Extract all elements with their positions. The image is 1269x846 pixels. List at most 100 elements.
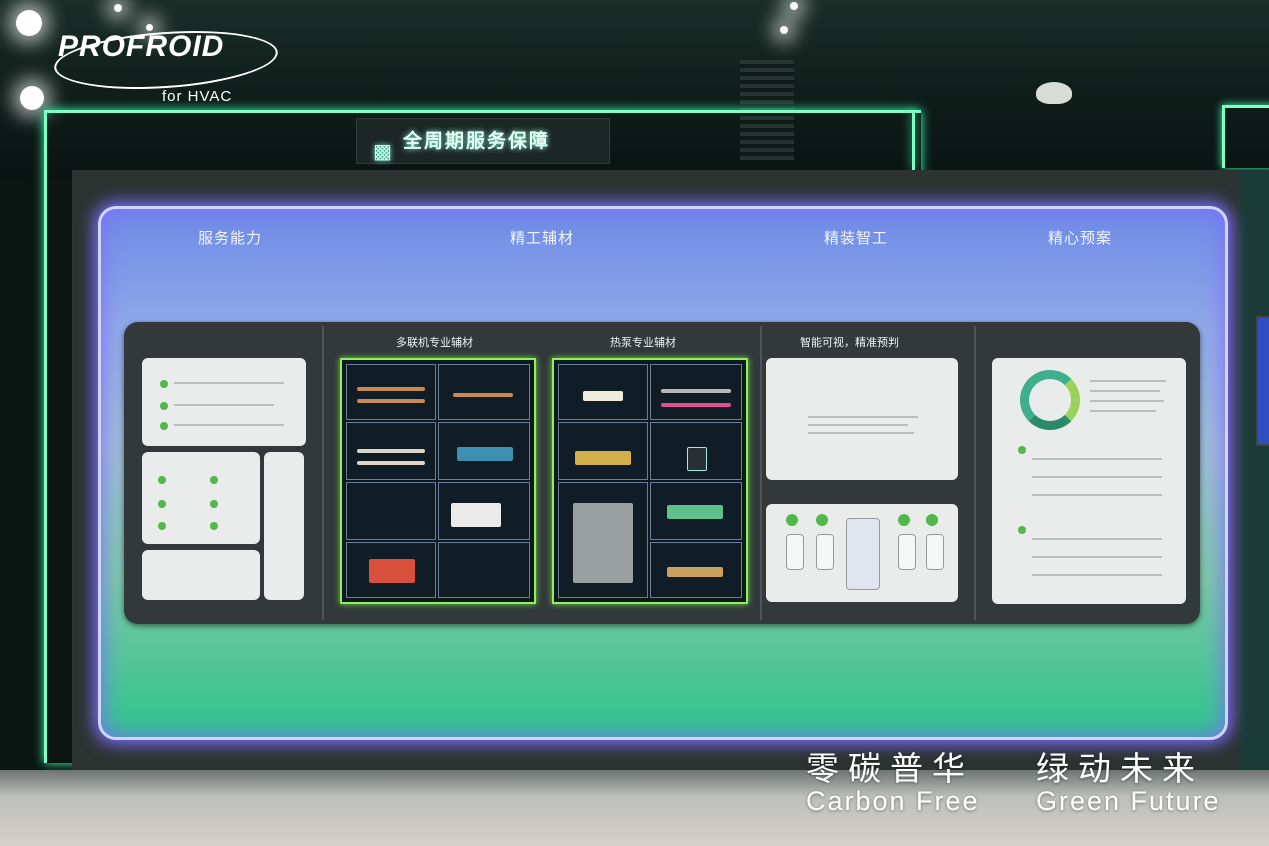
pipe-sample (661, 403, 731, 407)
subheader-smart: 智能可视，精准预判 (800, 336, 899, 349)
material-tile (346, 422, 436, 480)
bullet-dot (898, 514, 910, 526)
insulation-sample (457, 447, 513, 461)
side-screen (1256, 316, 1269, 446)
phone-app-main (846, 518, 880, 590)
hanging-sign: ▩ 全周期服务保障 (356, 118, 610, 164)
material-tile (650, 542, 742, 598)
slogan-en-left: Carbon Free (806, 786, 980, 816)
box-sample (451, 503, 501, 527)
text-line (1090, 410, 1156, 412)
bullet-dot (1018, 446, 1026, 454)
service-card (142, 452, 260, 544)
side-wall (1240, 170, 1269, 770)
flow-line (1032, 476, 1162, 478)
bullet-dot (160, 422, 168, 430)
smart-tools-card (766, 358, 958, 480)
ceiling-light (780, 26, 788, 34)
text-line (808, 432, 914, 434)
phone-screen (898, 534, 916, 570)
material-tile (346, 364, 436, 420)
material-tile (650, 364, 742, 420)
pipe-sample (357, 449, 425, 453)
building-icon: ▩ (373, 139, 394, 163)
material-tile (438, 364, 530, 420)
logo-subtitle: for HVAC (162, 88, 233, 105)
slogan-cn-right: 绿动未来 (1036, 749, 1204, 788)
pipe-sample (661, 389, 731, 393)
material-tile (346, 482, 436, 540)
flow-line (1032, 494, 1162, 496)
pipe-sample (453, 393, 513, 397)
controller-sample (687, 447, 707, 471)
vrf-materials-grid (340, 358, 536, 604)
pipe-sample (357, 461, 425, 465)
bullet-dot (926, 514, 938, 526)
service-card (142, 358, 306, 446)
valve-sample (575, 451, 631, 465)
material-tile (650, 482, 742, 540)
slogan-en-right: Green Future (1036, 786, 1221, 816)
flow-line (1032, 458, 1162, 460)
flow-line (1032, 574, 1162, 576)
cycle-diagram (1020, 370, 1080, 430)
text-line (1090, 400, 1164, 402)
heat-pump-materials-grid (552, 358, 748, 604)
service-card (142, 550, 260, 600)
bullet-dot (160, 380, 168, 388)
text-line (808, 424, 908, 426)
ceiling-light (114, 4, 122, 12)
flow-line (1032, 556, 1162, 558)
slogan-cn-left: 零碳普华 (806, 749, 974, 788)
bullet-dot (210, 500, 218, 508)
material-tile (438, 422, 530, 480)
valve-sample (369, 559, 415, 583)
pipe-sample (357, 387, 425, 391)
manifold-sample (573, 503, 633, 583)
sign-text: 全周期服务保障 (403, 130, 551, 152)
bullet-dot (210, 522, 218, 530)
bullet-dot (158, 522, 166, 530)
security-camera (1036, 82, 1072, 104)
board-divider (322, 326, 324, 620)
material-tile (650, 422, 742, 480)
bullet-dot (158, 476, 166, 484)
pipe-sample (357, 399, 425, 403)
material-tile (438, 482, 530, 540)
subheader-heat-pump: 热泵专业辅材 (610, 336, 676, 349)
ceiling-light (790, 2, 798, 10)
phone-screen (786, 534, 804, 570)
category-service: 服务能力 (198, 229, 263, 247)
phone-screen (926, 534, 944, 570)
filter-sample (583, 391, 623, 401)
phone-screen (816, 534, 834, 570)
ceiling-light (16, 10, 42, 36)
bullet-dot (816, 514, 828, 526)
category-installation: 精装智工 (824, 229, 889, 247)
valve-sample (667, 567, 723, 577)
text-line (1090, 390, 1160, 392)
certificate-card (264, 452, 304, 600)
text-line (808, 416, 918, 418)
smart-app-card (766, 504, 958, 602)
bullet-dot (158, 500, 166, 508)
neon-frame-segment (1222, 105, 1269, 168)
text-line (1090, 380, 1166, 382)
category-plan: 精心预案 (1048, 229, 1113, 247)
fitting-sample (667, 505, 723, 519)
profroid-logo: PROFROID for HVAC (52, 24, 280, 105)
material-tile (346, 542, 436, 598)
text-line (174, 404, 274, 406)
board-divider (974, 326, 976, 620)
material-tile (558, 482, 648, 598)
ceiling-light (20, 86, 44, 110)
text-line (174, 424, 284, 426)
flow-line (1032, 538, 1162, 540)
material-tile (558, 364, 648, 420)
text-line (174, 382, 284, 384)
bullet-dot (210, 476, 218, 484)
material-tile (438, 542, 530, 598)
bullet-dot (160, 402, 168, 410)
plan-card (992, 358, 1186, 604)
bullet-dot (1018, 526, 1026, 534)
